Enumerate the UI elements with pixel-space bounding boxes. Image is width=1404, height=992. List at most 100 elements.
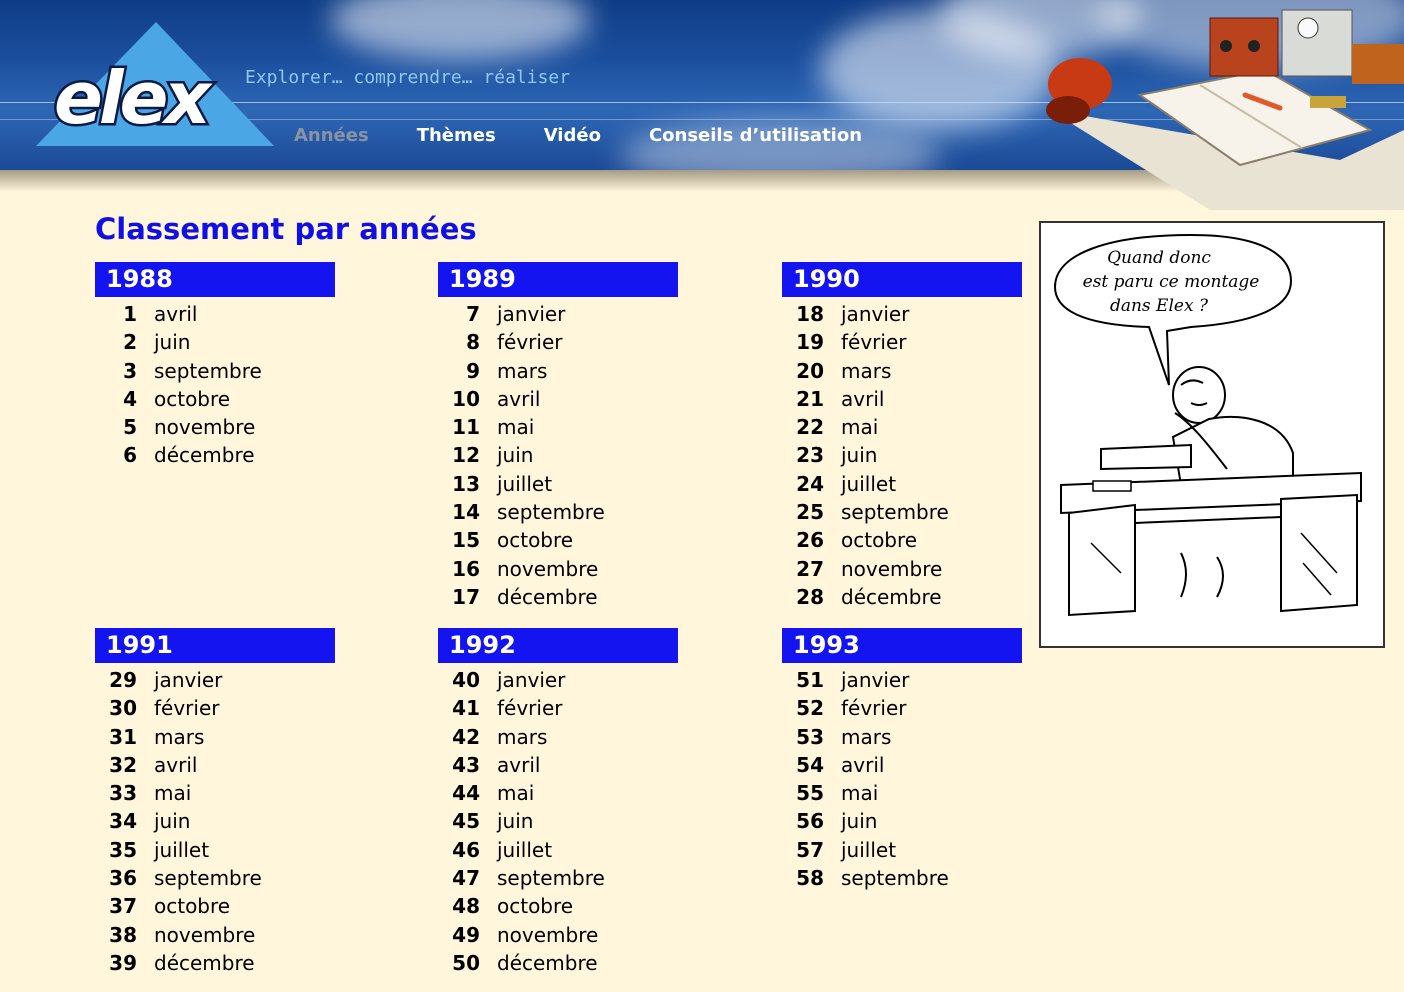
issue-month: avril [841,386,885,411]
issue-link[interactable]: 14 septembre [438,498,678,526]
issue-link[interactable]: 53 mars [782,723,1022,751]
elex-logo[interactable]: elex [36,18,276,150]
issue-link[interactable]: 10 avril [438,385,678,413]
year-block: 1988 1 avril 2 juin 3 septembre 4 octobre 5 novemb… [95,262,335,470]
issue-link[interactable]: 52 février [782,694,1022,722]
issue-link[interactable]: 5 novembre [95,413,335,441]
issue-number: 13 [452,471,480,496]
issue-link[interactable]: 18 janvier [782,300,1022,328]
issue-number: 17 [452,584,480,609]
issue-link[interactable]: 15 octobre [438,526,678,554]
issue-month: mars [154,724,205,749]
issue-month: décembre [841,584,942,609]
issue-link[interactable]: 28 décembre [782,583,1022,611]
issue-link[interactable]: 1 avril [95,300,335,328]
issue-link[interactable]: 8 février [438,328,678,356]
year-header[interactable]: 1990 [782,262,1022,297]
issue-link[interactable]: 16 novembre [438,555,678,583]
issue-number: 40 [452,668,480,692]
issue-number: 30 [109,696,137,721]
issue-link[interactable]: 38 novembre [95,921,335,949]
issue-number: 8 [466,330,480,355]
nav-themes[interactable]: Thèmes [417,125,496,146]
issue-link[interactable]: 33 mai [95,779,335,807]
issue-link[interactable]: 46 juillet [438,836,678,864]
issue-link[interactable]: 36 septembre [95,864,335,892]
issue-link[interactable]: 49 novembre [438,921,678,949]
issue-link[interactable]: 23 juin [782,441,1022,469]
issue-link[interactable]: 40 janvier [438,666,678,694]
issue-link[interactable]: 4 octobre [95,385,335,413]
issue-link[interactable]: 43 avril [438,751,678,779]
issue-month: juin [154,809,191,834]
issue-number: 4 [123,386,137,411]
issue-link[interactable]: 39 décembre [95,949,335,977]
issue-number: 50 [452,950,480,975]
year-block: 1991 29 janvier 30 février 31 mars 32 avril 33 mai… [95,628,335,977]
issue-link[interactable]: 32 avril [95,751,335,779]
year-block: 1992 40 janvier 41 février 42 mars 43 avril 44 mai… [438,628,678,977]
issue-link[interactable]: 55 mai [782,779,1022,807]
issue-link[interactable]: 17 décembre [438,583,678,611]
issue-link[interactable]: 37 octobre [95,892,335,920]
year-block: 1990 18 janvier 19 février 20 mars 21 avril 22 mai… [782,262,1022,611]
nav-annees[interactable]: Années [294,125,369,146]
issue-link[interactable]: 44 mai [438,779,678,807]
nav-conseils[interactable]: Conseils d’utilisation [649,125,862,146]
issue-link[interactable]: 22 mai [782,413,1022,441]
issue-number: 58 [796,866,824,891]
year-header[interactable]: 1991 [95,628,335,663]
year-header[interactable]: 1988 [95,262,335,297]
issue-link[interactable]: 54 avril [782,751,1022,779]
issue-month: janvier [497,668,566,692]
issue-link[interactable]: 41 février [438,694,678,722]
issue-month: septembre [841,500,949,525]
issue-number: 45 [452,809,480,834]
issue-link[interactable]: 31 mars [95,723,335,751]
issue-link[interactable]: 29 janvier [95,666,335,694]
issue-link[interactable]: 57 juillet [782,836,1022,864]
issue-link[interactable]: 11 mai [438,413,678,441]
issue-link[interactable]: 26 octobre [782,526,1022,554]
issue-number: 44 [452,781,480,806]
issue-number: 22 [796,415,824,440]
speech-line: Quand donc [1107,248,1211,268]
issue-link[interactable]: 2 juin [95,328,335,356]
issue-link[interactable]: 12 juin [438,441,678,469]
issue-link[interactable]: 24 juillet [782,470,1022,498]
issue-link[interactable]: 27 novembre [782,555,1022,583]
issue-link[interactable]: 51 janvier [782,666,1022,694]
issue-link[interactable]: 50 décembre [438,949,678,977]
issue-link[interactable]: 30 février [95,694,335,722]
issue-link[interactable]: 7 janvier [438,300,678,328]
issue-month: octobre [154,894,231,919]
issue-month: décembre [497,950,598,975]
issue-link[interactable]: 58 septembre [782,864,1022,892]
issue-month: juin [841,809,878,834]
issue-link[interactable]: 45 juin [438,807,678,835]
issue-link[interactable]: 42 mars [438,723,678,751]
issue-number: 35 [109,837,137,862]
nav-video[interactable]: Vidéo [544,125,601,146]
year-header[interactable]: 1993 [782,628,1022,663]
issue-link[interactable]: 35 juillet [95,836,335,864]
issue-list: 40 janvier 41 février 42 mars 43 avril 44 mai 45 ju… [438,666,678,977]
issue-link[interactable]: 20 mars [782,357,1022,385]
issue-link[interactable]: 48 octobre [438,892,678,920]
issue-number: 23 [796,443,824,468]
issue-link[interactable]: 21 avril [782,385,1022,413]
issue-link[interactable]: 56 juin [782,807,1022,835]
issue-link[interactable]: 13 juillet [438,470,678,498]
year-header[interactable]: 1992 [438,628,678,663]
issue-list: 29 janvier 30 février 31 mars 32 avril 33 mai 34 ju… [95,666,335,977]
issue-link[interactable]: 19 février [782,328,1022,356]
issue-link[interactable]: 34 juin [95,807,335,835]
issue-link[interactable]: 47 septembre [438,864,678,892]
issue-link[interactable]: 6 décembre [95,441,335,469]
year-header[interactable]: 1989 [438,262,678,297]
issue-number: 39 [109,950,137,975]
issue-link[interactable]: 25 septembre [782,498,1022,526]
issue-link[interactable]: 3 septembre [95,357,335,385]
issue-link[interactable]: 9 mars [438,357,678,385]
issue-month: janvier [841,302,910,326]
